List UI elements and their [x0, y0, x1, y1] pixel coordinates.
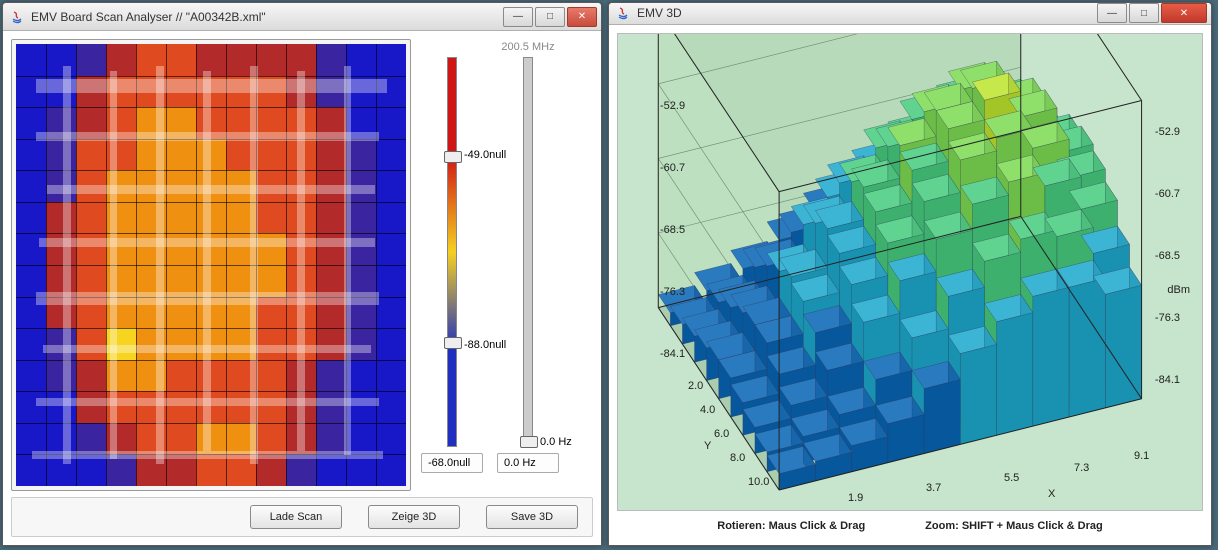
analyser-content: x -49.0null -88.0null -68.0null 200.5 MH… [3, 31, 601, 545]
minimize-button[interactable]: — [1097, 3, 1127, 23]
close-button[interactable]: ✕ [567, 7, 597, 27]
analyser-window: EMV Board Scan Analyser // "A00342B.xml"… [2, 2, 602, 546]
x-tick: 1.9 [848, 492, 863, 504]
z-tick-left: -60.7 [660, 162, 685, 174]
z-tick-left: -84.1 [660, 348, 685, 360]
intensity-lower-label: -88.0null [464, 339, 506, 351]
intensity-slider-column: x -49.0null -88.0null -68.0null [417, 39, 487, 491]
intensity-upper-label: -49.0null [464, 149, 506, 161]
status-zoom: Zoom: SHIFT + Maus Click & Drag [925, 520, 1103, 532]
status-rotate: Rotieren: Maus Click & Drag [717, 520, 865, 532]
frequency-bottom-label: 0.0 Hz [540, 436, 572, 448]
load-scan-button[interactable]: Lade Scan [250, 505, 342, 529]
y-tick: 8.0 [730, 452, 745, 464]
freq-top-label: 200.5 MHz [501, 41, 554, 53]
3d-window: EMV 3D — □ ✕ -52.9 -60.7 -68.5 -76.3 -84… [608, 2, 1212, 546]
window-title: EMV Board Scan Analyser // "A00342B.xml" [31, 10, 501, 24]
y-tick: 10.0 [748, 476, 769, 488]
z-tick-right: -76.3 [1155, 312, 1180, 324]
y-tick: 6.0 [714, 428, 729, 440]
y-tick: 4.0 [700, 404, 715, 416]
maximize-button[interactable]: □ [1129, 3, 1159, 23]
z-tick-right: -84.1 [1155, 374, 1180, 386]
z-tick-left: -76.3 [660, 286, 685, 298]
maximize-button[interactable]: □ [535, 7, 565, 27]
z-tick-right: -52.9 [1155, 126, 1180, 138]
titlebar[interactable]: EMV Board Scan Analyser // "A00342B.xml"… [3, 3, 601, 31]
y-axis-label: Y [704, 440, 711, 452]
intensity-slider[interactable]: -49.0null -88.0null [447, 57, 457, 447]
status-bar: Rotieren: Maus Click & Drag Zoom: SHIFT … [617, 515, 1203, 537]
intensity-readout: -68.0null [421, 453, 483, 473]
x-axis-label: X [1048, 488, 1055, 500]
z-tick-right: -60.7 [1155, 188, 1180, 200]
heatmap-panel [11, 39, 411, 491]
button-row: Lade Scan Zeige 3D Save 3D [11, 497, 593, 537]
window-title: EMV 3D [637, 6, 1095, 20]
close-button[interactable]: ✕ [1161, 3, 1207, 23]
y-tick: 2.0 [688, 380, 703, 392]
frequency-slider[interactable]: 0.0 Hz [523, 57, 533, 447]
z-tick-left: -52.9 [660, 100, 685, 112]
titlebar[interactable]: EMV 3D — □ ✕ [609, 3, 1211, 25]
x-tick: 3.7 [926, 482, 941, 494]
show-3d-button[interactable]: Zeige 3D [368, 505, 460, 529]
frequency-slider-column: 200.5 MHz 0.0 Hz 0.0 Hz [493, 39, 563, 491]
intensity-lower-thumb[interactable] [444, 337, 462, 349]
z-tick-right: -68.5 [1155, 250, 1180, 262]
heatmap-2d[interactable] [16, 44, 406, 486]
save-3d-button[interactable]: Save 3D [486, 505, 578, 529]
java-icon [615, 5, 631, 21]
z-axis-label: dBm [1167, 284, 1190, 296]
intensity-upper-thumb[interactable] [444, 151, 462, 163]
minimize-button[interactable]: — [503, 7, 533, 27]
java-icon [9, 9, 25, 25]
x-tick: 7.3 [1074, 462, 1089, 474]
plot3d-canvas[interactable]: -52.9 -60.7 -68.5 -76.3 -84.1 -52.9 -60.… [617, 33, 1203, 511]
3d-content: -52.9 -60.7 -68.5 -76.3 -84.1 -52.9 -60.… [609, 25, 1211, 545]
z-tick-left: -68.5 [660, 224, 685, 236]
x-tick: 5.5 [1004, 472, 1019, 484]
x-tick: 9.1 [1134, 450, 1149, 462]
frequency-thumb[interactable] [520, 436, 538, 448]
frequency-readout: 0.0 Hz [497, 453, 559, 473]
